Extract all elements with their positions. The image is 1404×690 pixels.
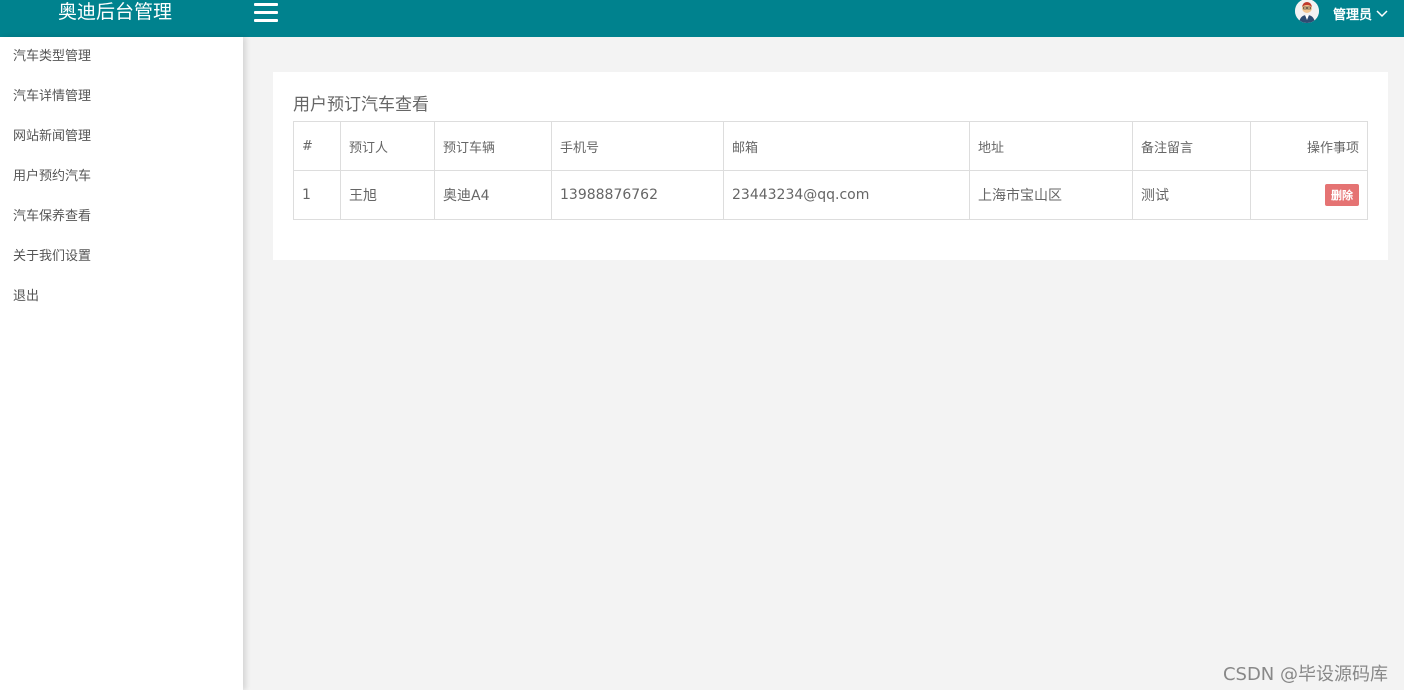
- menu-toggle-icon[interactable]: [254, 3, 278, 23]
- column-header: 邮箱: [723, 121, 970, 171]
- sidebar-item-about[interactable]: 关于我们设置: [0, 237, 243, 277]
- user-menu[interactable]: 管理员: [1294, 0, 1388, 26]
- table-header-row: # 预订人 预订车辆 手机号 邮箱 地址 备注留言 操作事项: [293, 121, 1368, 171]
- page-title: 用户预订汽车查看: [293, 95, 429, 115]
- cell-address: 上海市宝山区: [969, 170, 1133, 220]
- sidebar-item-news[interactable]: 网站新闻管理: [0, 117, 243, 157]
- sidebar-item-car-type[interactable]: 汽车类型管理: [0, 37, 243, 77]
- column-header: 地址: [969, 121, 1133, 171]
- cell-email: 23443234@qq.com: [723, 170, 970, 220]
- cell-person: 王旭: [340, 170, 435, 220]
- content-panel: 用户预订汽车查看 # 预订人 预订车辆 手机号 邮箱 地址 备注留言 操作事项 …: [273, 72, 1388, 260]
- column-header: 手机号: [551, 121, 724, 171]
- watermark: CSDN @毕设源码库: [1222, 664, 1388, 685]
- table-row: 1 王旭 奥迪A4 13988876762 23443234@qq.com 上海…: [293, 170, 1368, 220]
- cell-phone: 13988876762: [551, 170, 724, 220]
- column-header: 备注留言: [1132, 121, 1251, 171]
- cell-note: 测试: [1132, 170, 1251, 220]
- sidebar-item-car-details[interactable]: 汽车详情管理: [0, 77, 243, 117]
- sidebar-item-logout[interactable]: 退出: [0, 277, 243, 317]
- sidebar-item-reservations[interactable]: 用户预约汽车: [0, 157, 243, 197]
- cell-actions: 删除: [1250, 170, 1368, 220]
- sidebar-item-maintenance[interactable]: 汽车保养查看: [0, 197, 243, 237]
- column-header: 操作事项: [1250, 121, 1368, 171]
- column-header: 预订车辆: [434, 121, 552, 171]
- cell-num: 1: [293, 170, 341, 220]
- top-bar: 奥迪后台管理 管理员: [0, 0, 1404, 37]
- user-name: 管理员: [1332, 7, 1372, 23]
- avatar: [1294, 0, 1319, 23]
- chevron-down-icon: [1376, 10, 1388, 18]
- column-header: #: [293, 121, 341, 171]
- sidebar: 汽车类型管理 汽车详情管理 网站新闻管理 用户预约汽车 汽车保养查看 关于我们设…: [0, 37, 243, 690]
- cell-car: 奥迪A4: [434, 170, 552, 220]
- brand-title: 奥迪后台管理: [58, 1, 173, 23]
- delete-button[interactable]: 删除: [1325, 184, 1359, 206]
- reservations-table: # 预订人 预订车辆 手机号 邮箱 地址 备注留言 操作事项 1 王旭 奥迪A4…: [293, 121, 1368, 220]
- column-header: 预订人: [340, 121, 435, 171]
